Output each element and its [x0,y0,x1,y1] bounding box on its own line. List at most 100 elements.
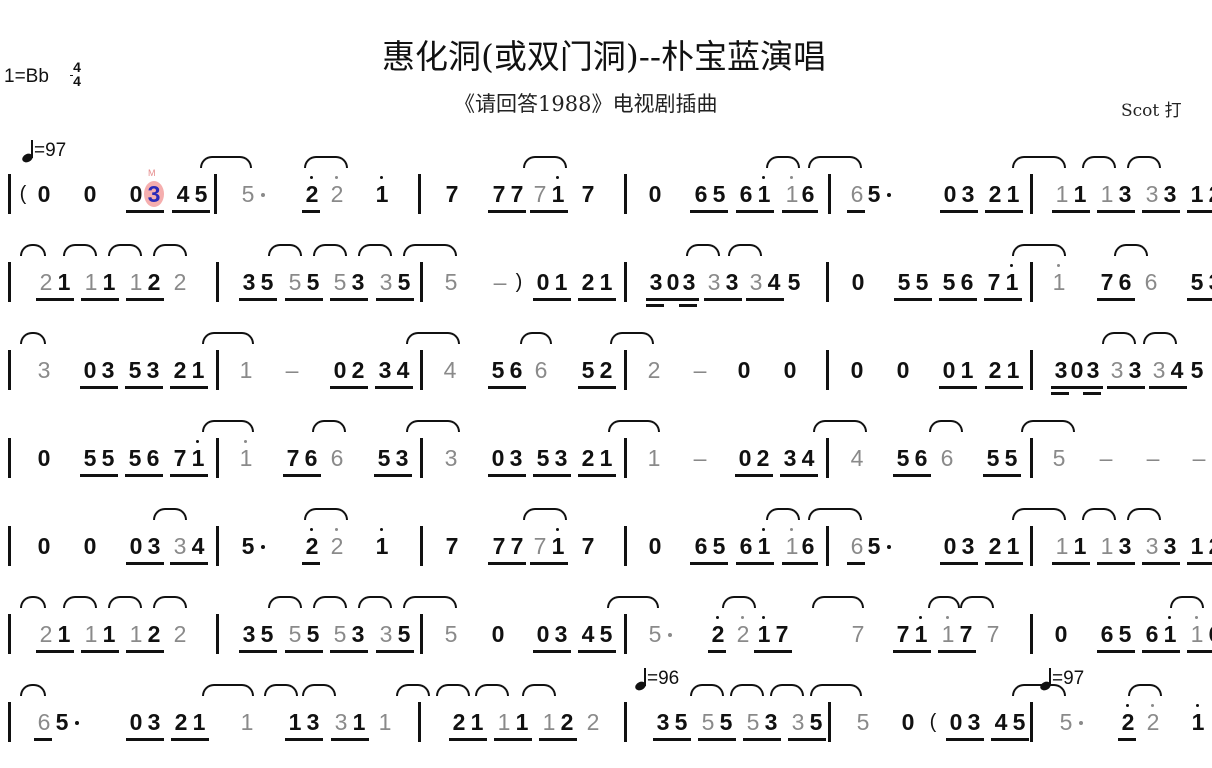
tie-arc [770,684,804,696]
tie-arc [808,156,862,168]
note: 5 [491,357,505,383]
augmentation-dot [261,545,265,549]
note: 4 [176,181,190,207]
note: 1 [647,445,661,471]
beam-underline [170,386,208,389]
barline [1030,350,1033,390]
beam-underline [690,210,728,213]
note: 7 [492,181,506,207]
beam-underline [171,738,209,741]
note: 3 [1163,533,1177,559]
beam-underline [125,474,163,477]
note: 1 [515,709,529,735]
note: 5 [1052,445,1066,471]
beam-underline [894,298,932,301]
barline [624,614,627,654]
note: 3 [1207,268,1212,296]
beam-underline [690,562,728,565]
note: 1 [238,440,254,472]
tie-arc [200,156,252,168]
beam-underline [746,298,784,301]
note: 2 [39,621,53,647]
tie-arc [810,684,862,696]
note: 1 [470,709,484,735]
beam-underline [782,562,818,565]
note: 1 [240,709,254,735]
octave-dot [790,176,793,179]
note: 0 [943,181,957,207]
beam-underline [36,298,74,301]
note: 6 [739,181,753,207]
beam-underline [34,738,52,741]
barline [418,702,421,742]
quarter-note-icon [20,140,35,164]
note: 3 [1145,181,1159,207]
beam-underline [172,210,210,213]
beam-underline [302,210,320,213]
note: 1 [599,445,613,471]
beam-underline [736,562,774,565]
augmentation-dot [887,193,891,197]
note: 0 [738,445,752,471]
note: 1 [1006,357,1020,383]
tie-arc [812,596,864,608]
octave-dot [716,616,719,619]
note: 2 [147,269,161,295]
note: 6 [940,445,954,471]
note: 4 [581,621,595,647]
octave-dot [1196,704,1199,707]
note: 0 [83,357,97,383]
note: 5 [83,445,97,471]
tie-arc [960,596,994,608]
barline [418,174,421,214]
note: 0 [1054,621,1068,647]
tie-arc [730,684,764,696]
tie-arc [929,420,963,432]
tie-arc [153,596,187,608]
note: 7 [581,181,595,207]
note: 5 [712,181,726,207]
note: 6 [304,445,318,471]
note: 7 [533,181,547,207]
note: 5 [581,357,595,383]
note: 1 [1004,264,1020,296]
beam-underline [494,738,532,741]
note: 5 [701,709,715,735]
note: 5 [260,269,274,295]
beam-underline [285,650,323,653]
note: 5 [856,709,870,735]
tie-arc [312,420,346,432]
note: 1 [1055,533,1069,559]
note: 3 [242,621,256,647]
note: 1 [550,528,566,560]
tie-arc [313,596,347,608]
note: 6 [801,181,815,207]
note: 2 [173,269,187,295]
score-title: 惠化洞(或双门洞)--朴宝蓝演唱 [381,37,827,76]
beam-underline [780,474,818,477]
note: 5 [1004,445,1018,471]
note: 5 [288,621,302,647]
note: 5 [260,621,274,647]
augmentation-dot [668,633,672,637]
barline [1030,174,1033,214]
barline [624,350,627,390]
quarter-note-icon [1038,668,1053,692]
note: 4 [443,357,457,383]
note: 1 [57,269,71,295]
note: 0 [1070,357,1084,383]
note: 3 [37,357,51,383]
tie-arc [523,156,567,168]
tie-arc [608,420,660,432]
tempo-value: =96 [647,668,680,689]
note: 1 [1100,181,1114,207]
parenthesis: ( [929,711,937,733]
note: 1 [756,616,772,648]
note: 6 [509,357,523,383]
beam-underline [578,474,616,477]
note: 3 [656,709,670,735]
note: 3 [707,269,721,295]
octave-dot [310,528,313,531]
quarter-note-icon [633,668,648,692]
note: 5 [55,709,69,735]
